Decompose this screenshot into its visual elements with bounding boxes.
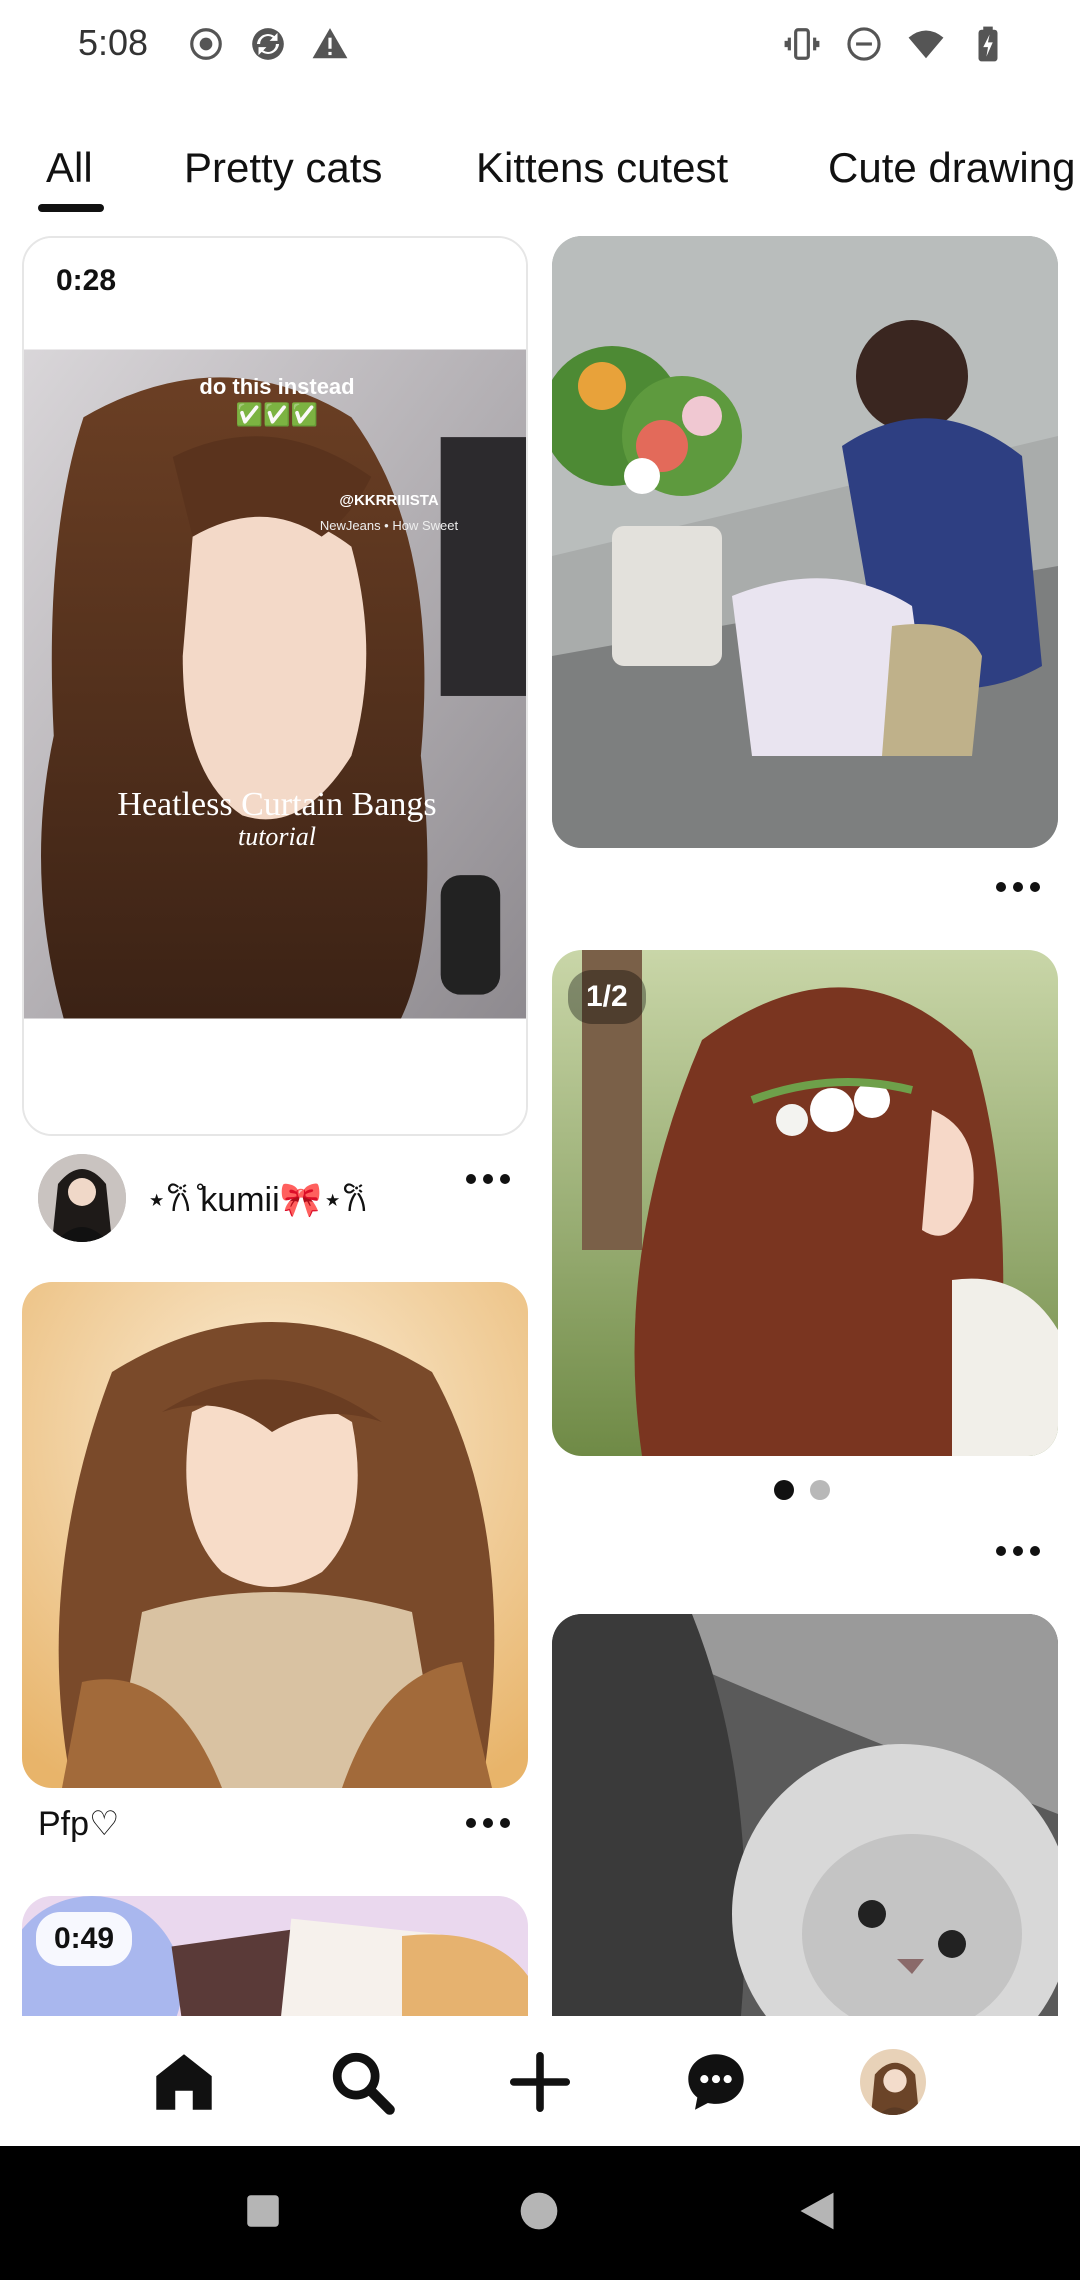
record-icon <box>186 24 226 64</box>
pin-cat[interactable] <box>552 1614 1058 2016</box>
pin-image <box>22 1282 528 1788</box>
tab-pretty-cats[interactable]: Pretty cats <box>184 144 382 192</box>
app-sync-icon <box>248 24 288 64</box>
pin-image <box>552 1614 1058 2016</box>
overlay-text-do-this-instead: do this instead <box>199 374 355 399</box>
status-bar: 5:08 <box>0 0 1080 90</box>
creator-name[interactable]: ⋆𐙚 ̊kumii🎀⋆𐙚 <box>146 1175 367 1221</box>
battery-charging-icon <box>968 24 1008 64</box>
tab-kittens-cutest[interactable]: Kittens cutest <box>476 144 728 192</box>
pin-carousel-flower-hair[interactable]: 1/2 <box>552 950 1058 1456</box>
pin-flower-girl[interactable] <box>552 236 1058 848</box>
pin-video-curtain-bangs[interactable]: 0:28 do this instead ✅✅✅ @KKRRIIISTA New… <box>22 236 528 1136</box>
overlay-title: Heatless Curtain Bangs <box>117 786 437 823</box>
pin-video-2[interactable]: 0:49 <box>22 1896 528 2016</box>
overlay-music: NewJeans • How Sweet <box>319 518 459 533</box>
tab-selected-indicator <box>38 204 104 212</box>
search-icon[interactable] <box>326 2046 398 2118</box>
vibrate-icon <box>782 24 822 64</box>
pin-feed[interactable]: 0:28 do this instead ✅✅✅ @KKRRIIISTA New… <box>0 236 1080 2016</box>
pin-image <box>552 236 1058 848</box>
back-icon[interactable] <box>792 2186 842 2236</box>
tab-cute-drawing[interactable]: Cute drawing <box>828 144 1075 192</box>
more-options-button[interactable] <box>988 872 1048 902</box>
creator-avatar[interactable] <box>38 1154 126 1242</box>
more-options-button[interactable] <box>458 1164 518 1194</box>
overlay-checkmarks: ✅✅✅ <box>235 402 319 427</box>
warning-icon <box>310 24 350 64</box>
tab-all[interactable]: All <box>46 144 93 192</box>
creator-row[interactable]: ⋆𐙚 ̊kumii🎀⋆𐙚 <box>38 1154 367 1242</box>
home-icon[interactable] <box>148 2046 220 2118</box>
recents-icon[interactable] <box>238 2186 288 2236</box>
carousel-dot-active <box>774 1480 794 1500</box>
create-icon[interactable] <box>504 2046 576 2118</box>
pin-image <box>24 238 526 1134</box>
wifi-icon <box>906 24 946 64</box>
carousel-dot-inactive <box>810 1480 830 1500</box>
board-tabs: All Pretty cats Kittens cutest Cute draw… <box>0 130 1080 220</box>
overlay-subtitle: tutorial <box>237 822 316 851</box>
carousel-page-dots <box>774 1480 830 1500</box>
system-navigation-bar <box>0 2146 1080 2280</box>
home-system-icon[interactable] <box>514 2186 564 2236</box>
more-options-button[interactable] <box>458 1808 518 1838</box>
status-time: 5:08 <box>78 22 149 63</box>
pin-title[interactable]: Pfp♡ <box>38 1804 120 1844</box>
more-options-button[interactable] <box>988 1536 1048 1566</box>
pin-image <box>552 950 1058 1456</box>
bottom-navigation <box>0 2016 1080 2146</box>
profile-avatar[interactable] <box>857 2046 929 2118</box>
video-duration-badge: 0:49 <box>36 1912 133 1966</box>
overlay-handle: @KKRRIIISTA <box>339 492 439 509</box>
screen: 5:08 All Pretty cats Kittens cutest Cute… <box>0 0 1080 2280</box>
pin-pfp[interactable] <box>22 1282 528 1788</box>
messages-icon[interactable] <box>680 2046 752 2118</box>
video-duration-badge: 0:28 <box>38 254 135 308</box>
do-not-disturb-icon <box>844 24 884 64</box>
carousel-counter-badge: 1/2 <box>568 970 646 1024</box>
